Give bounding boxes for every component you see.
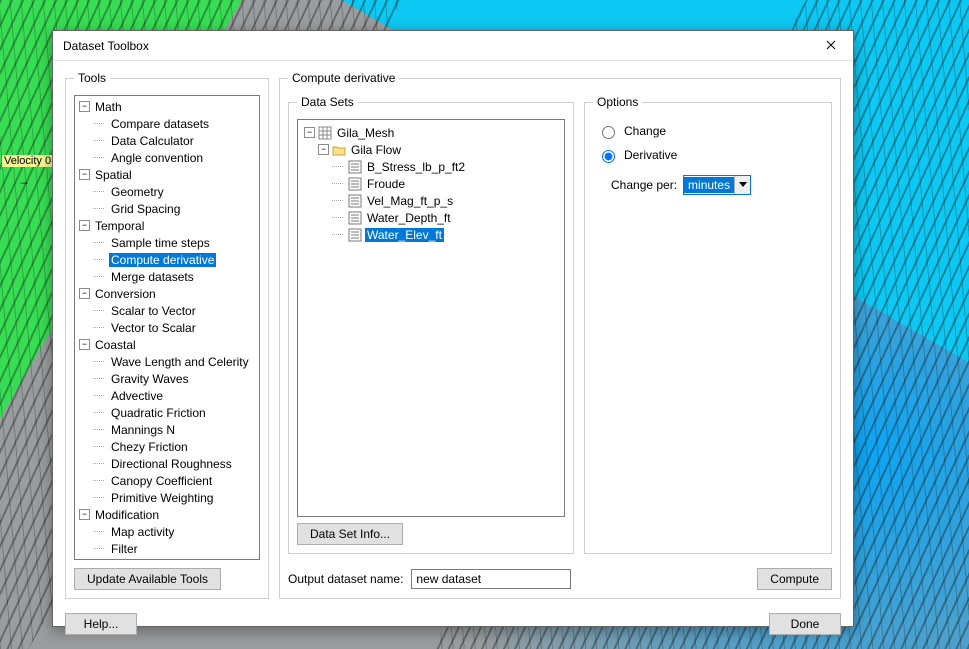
dataset-icon — [348, 177, 362, 191]
ds-item[interactable]: Froude — [365, 177, 407, 191]
axis-label-velocity: Velocity 0 — [2, 155, 53, 167]
dataset-toolbox-dialog: Dataset Toolbox Tools −MathCompare datas… — [52, 30, 854, 627]
tree-item[interactable]: Directional Roughness — [109, 457, 234, 471]
dataset-icon — [348, 194, 362, 208]
close-button[interactable] — [809, 31, 853, 60]
update-available-tools-button[interactable]: Update Available Tools — [74, 568, 221, 590]
options-legend: Options — [593, 95, 642, 109]
folder-icon — [332, 143, 346, 157]
tree-group-modification[interactable]: Modification — [93, 508, 161, 522]
dataset-icon — [348, 228, 362, 242]
tree-item[interactable]: Angle convention — [109, 151, 205, 165]
compute-legend: Compute derivative — [288, 71, 399, 85]
data-sets-legend: Data Sets — [297, 95, 358, 109]
tree-group-spatial[interactable]: Spatial — [93, 168, 134, 182]
ds-item[interactable]: Water_Depth_ft — [365, 211, 453, 225]
chevron-down-icon — [734, 176, 750, 194]
tree-item[interactable]: Advective — [109, 389, 165, 403]
output-dataset-name-input[interactable] — [411, 569, 571, 589]
data-sets-groupbox: Data Sets −Gila_Mesh−Gila FlowB_Stress_l… — [288, 95, 574, 554]
option-change-row[interactable]: Change — [597, 123, 819, 139]
close-icon — [826, 39, 836, 53]
tree-group-temporal[interactable]: Temporal — [93, 219, 146, 233]
option-change-radio[interactable] — [602, 126, 615, 139]
ds-item[interactable]: B_Stress_lb_p_ft2 — [365, 160, 467, 174]
options-groupbox: Options Change Derivative Change per: — [584, 95, 832, 554]
tools-tree[interactable]: −MathCompare datasetsData CalculatorAngl… — [74, 95, 260, 560]
tree-expander[interactable]: − — [318, 144, 329, 155]
tree-item[interactable]: Gravity Waves — [109, 372, 191, 386]
ds-item[interactable]: Water_Elev_ft — [365, 228, 444, 242]
output-dataset-label: Output dataset name: — [288, 572, 403, 586]
tree-expander[interactable]: − — [79, 220, 90, 231]
tree-expander[interactable]: − — [79, 509, 90, 520]
change-per-label: Change per: — [611, 178, 677, 192]
tree-expander[interactable]: − — [79, 339, 90, 350]
tree-group-math[interactable]: Math — [93, 100, 124, 114]
tools-legend: Tools — [74, 71, 110, 85]
tree-item[interactable]: Compute derivative — [109, 253, 216, 267]
tree-item[interactable]: Quadratic Friction — [109, 406, 208, 420]
tree-item[interactable]: Mannings N — [109, 423, 177, 437]
compute-button[interactable]: Compute — [757, 568, 832, 590]
tree-group-conversion[interactable]: Conversion — [93, 287, 158, 301]
mesh-icon — [318, 126, 332, 140]
change-per-value: minutes — [684, 177, 734, 193]
tree-expander[interactable]: − — [304, 127, 315, 138]
data-set-info-button[interactable]: Data Set Info... — [297, 523, 403, 545]
tree-expander[interactable]: − — [79, 288, 90, 299]
tree-item[interactable]: Compare datasets — [109, 117, 211, 131]
tree-item[interactable]: Grid Spacing — [109, 202, 182, 216]
tree-item[interactable]: Chezy Friction — [109, 440, 190, 454]
option-derivative-label: Derivative — [624, 148, 677, 162]
dataset-icon — [348, 211, 362, 225]
tree-item[interactable]: Filter — [109, 542, 140, 556]
ds-item[interactable]: Vel_Mag_ft_p_s — [365, 194, 455, 208]
tree-item[interactable]: Sample time steps — [109, 236, 212, 250]
dataset-icon — [348, 160, 362, 174]
tree-item[interactable]: Scalar to Vector — [109, 304, 198, 318]
tree-item[interactable]: Canopy Coefficient — [109, 474, 214, 488]
option-derivative-radio[interactable] — [602, 150, 615, 163]
tree-item[interactable]: Wave Length and Celerity — [109, 355, 251, 369]
tools-groupbox: Tools −MathCompare datasetsData Calculat… — [65, 71, 269, 599]
option-change-label: Change — [624, 124, 666, 138]
window-title: Dataset Toolbox — [63, 39, 149, 53]
option-derivative-row[interactable]: Derivative — [597, 147, 819, 163]
tree-item[interactable]: Primitive Weighting — [109, 491, 215, 505]
ds-folder[interactable]: Gila Flow — [349, 143, 403, 157]
data-sets-tree[interactable]: −Gila_Mesh−Gila FlowB_Stress_lb_p_ft2Fro… — [297, 119, 565, 517]
axis-arrow: → — [18, 174, 30, 188]
tree-item[interactable]: Vector to Scalar — [109, 321, 198, 335]
tree-item[interactable]: Map activity — [109, 525, 176, 539]
tree-group-coastal[interactable]: Coastal — [93, 338, 138, 352]
help-button[interactable]: Help... — [65, 613, 137, 635]
change-per-select[interactable]: minutes — [683, 175, 751, 195]
done-button[interactable]: Done — [769, 613, 841, 635]
tree-expander[interactable]: − — [79, 169, 90, 180]
tree-item[interactable]: Geometry — [109, 185, 166, 199]
compute-derivative-groupbox: Compute derivative Data Sets −Gila_Mesh−… — [279, 71, 841, 599]
tree-item[interactable]: Merge datasets — [109, 270, 196, 284]
tree-expander[interactable]: − — [79, 101, 90, 112]
tree-item[interactable]: Data Calculator — [109, 134, 196, 148]
ds-root[interactable]: Gila_Mesh — [335, 126, 396, 140]
titlebar: Dataset Toolbox — [53, 31, 853, 61]
